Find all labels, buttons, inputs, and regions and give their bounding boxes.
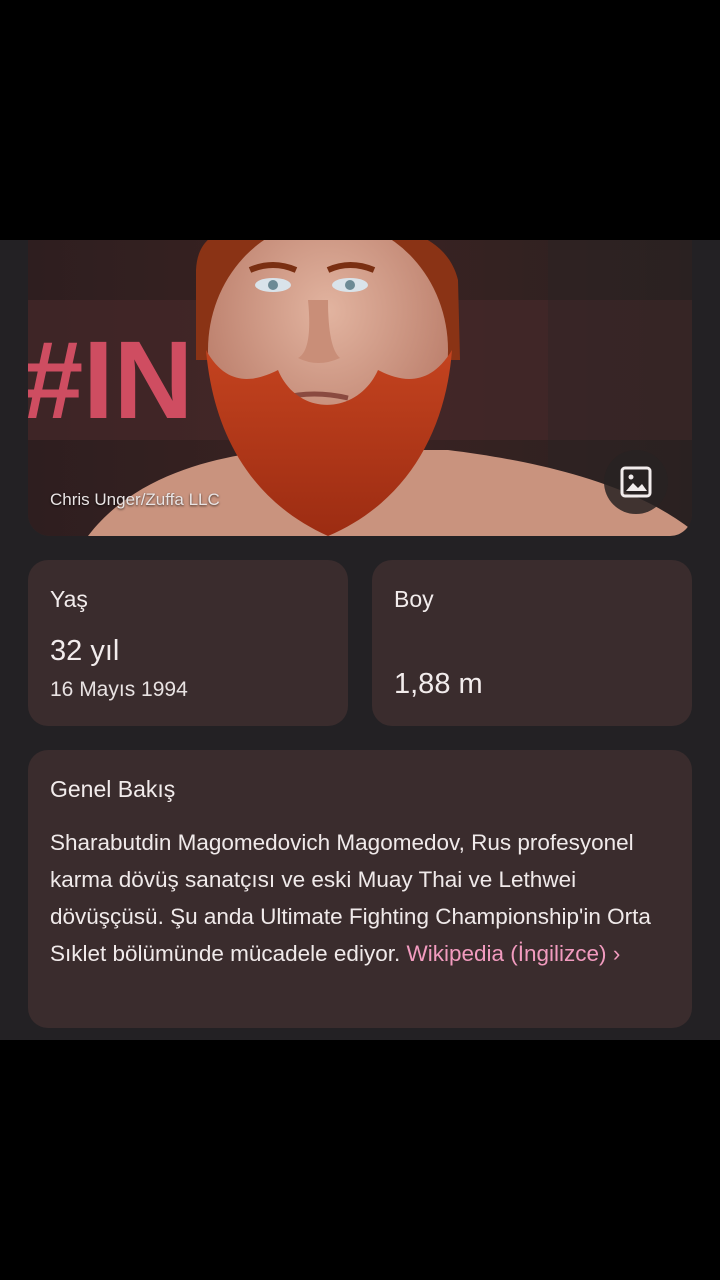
height-label: Boy bbox=[394, 586, 434, 612]
wikipedia-link-label: Wikipedia (İngilizce) bbox=[406, 941, 607, 966]
view-images-button[interactable] bbox=[604, 450, 668, 514]
knowledge-panel: #IN DH Chris Unger/Zuffa LLC Yaş 32 yıl … bbox=[0, 240, 720, 1040]
profile-photo[interactable]: #IN DH Chris Unger/Zuffa LLC bbox=[28, 240, 692, 536]
overview-card: Genel Bakış Sharabutdin Magomedovich Mag… bbox=[28, 750, 692, 1028]
age-label: Yaş bbox=[50, 586, 88, 612]
chevron-right-icon: › bbox=[612, 941, 621, 966]
height-card[interactable]: Boy 1,88 m bbox=[372, 560, 692, 726]
overview-description: Sharabutdin Magomedovich Magomedov, Rus … bbox=[50, 824, 674, 972]
height-value: 1,88 m bbox=[394, 668, 483, 700]
image-icon bbox=[620, 466, 652, 498]
age-value: 32 yıl bbox=[50, 635, 120, 667]
photo-credit: Chris Unger/Zuffa LLC bbox=[50, 490, 220, 509]
birth-date: 16 Mayıs 1994 bbox=[50, 678, 188, 701]
age-card[interactable]: Yaş 32 yıl 16 Mayıs 1994 bbox=[28, 560, 348, 726]
wikipedia-link[interactable]: Wikipedia (İngilizce) › bbox=[406, 941, 620, 966]
overview-title: Genel Bakış bbox=[50, 776, 176, 802]
